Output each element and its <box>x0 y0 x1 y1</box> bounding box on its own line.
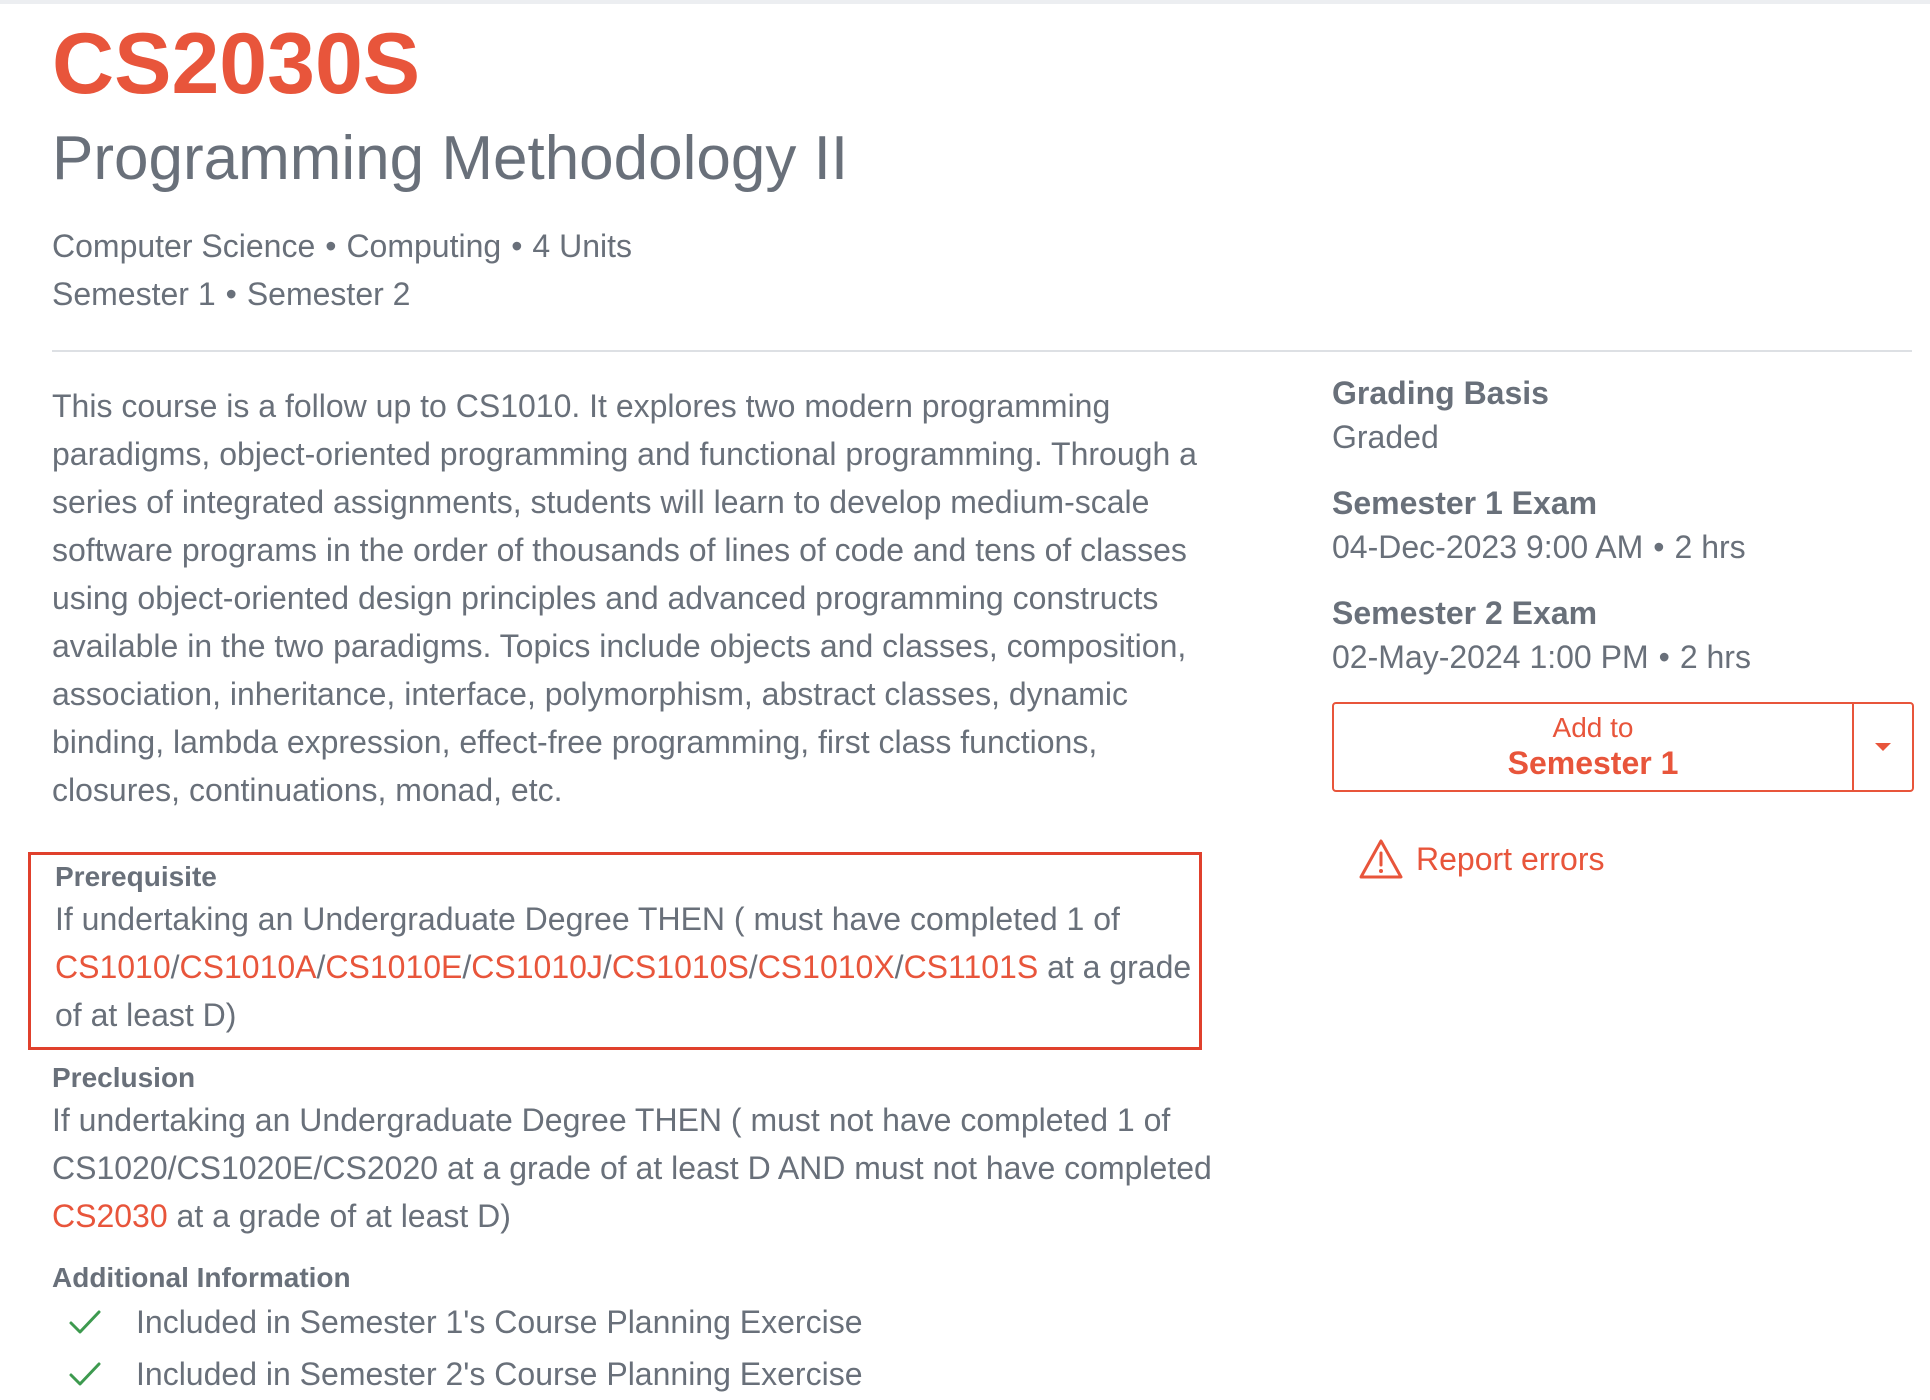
grading-basis-value: Graded <box>1332 419 1439 455</box>
faculty: Computing <box>346 228 502 264</box>
prereq-link-cs1010[interactable]: CS1010 <box>55 949 171 985</box>
link-separator: / <box>170 949 180 985</box>
module-title: Programming Methodology II <box>52 124 849 193</box>
grading-basis: Grading Basis Graded <box>1332 372 1912 460</box>
additional-info-label: Additional Information <box>52 1262 351 1293</box>
caret-down-icon <box>1875 743 1891 751</box>
check-icon <box>69 1310 101 1334</box>
link-separator: / <box>602 949 612 985</box>
dot-separator: • <box>1653 529 1665 565</box>
preclusion-text-before: If undertaking an Undergraduate Degree T… <box>52 1102 1212 1186</box>
prereq-link-cs1010a[interactable]: CS1010A <box>180 949 317 985</box>
prerequisite-label: Prerequisite <box>55 861 217 892</box>
add-to-label: Add to <box>1552 712 1634 743</box>
preclusion-link-cs2030[interactable]: CS2030 <box>52 1198 168 1234</box>
exam-duration: 2 hrs <box>1679 639 1751 675</box>
report-errors-label: Report errors <box>1416 840 1605 877</box>
grading-basis-label: Grading Basis <box>1332 375 1549 411</box>
prerequisite-section: Prerequisite If undertaking an Undergrad… <box>28 852 1202 1050</box>
module-page: CS2030S Programming Methodology II Compu… <box>28 14 1914 1400</box>
preclusion-text-after: at a grade of at least D) <box>167 1198 511 1234</box>
divider <box>52 350 1912 352</box>
semester-2-exam: Semester 2 Exam 02-May-2024 1:00 PM • 2 hr… <box>1332 592 1912 680</box>
preclusion-label: Preclusion <box>52 1062 196 1093</box>
dot-separator: • <box>325 228 337 264</box>
module-meta-line-1: Computer Science • Computing • 4 Units <box>52 222 1912 270</box>
additional-info-text: Included in Semester 2's Course Planning… <box>136 1356 863 1392</box>
units: 4 Units <box>532 228 632 264</box>
module-description: This course is a follow up to CS1010. It… <box>52 388 1197 808</box>
additional-info-section: Additional Information Included in Semes… <box>52 1260 1220 1400</box>
dot-separator: • <box>511 228 523 264</box>
link-separator: / <box>748 949 758 985</box>
report-errors-link[interactable]: Report errors <box>1358 838 1912 880</box>
additional-info-item: Included in Semester 1's Course Planning… <box>52 1296 1220 1348</box>
add-to-semester-button[interactable]: Add to Semester 1 <box>1334 704 1852 790</box>
prereq-link-cs1010e[interactable]: CS1010E <box>325 949 462 985</box>
prereq-link-cs1010x[interactable]: CS1010X <box>758 949 895 985</box>
module-meta-line-2: Semester 1 • Semester 2 <box>52 270 1912 318</box>
add-semester-label: Semester 1 <box>1507 745 1679 781</box>
prerequisite-text-before: If undertaking an Undergraduate Degree T… <box>55 901 1120 937</box>
semester-1-exam-value: 04-Dec-2023 9:00 AM • 2 hrs <box>1332 524 1912 570</box>
link-separator: / <box>462 949 472 985</box>
exam-datetime: 04-Dec-2023 9:00 AM <box>1332 529 1644 565</box>
semester-offered-2: Semester 2 <box>246 276 411 312</box>
main-column: This course is a follow up to CS1010. It… <box>28 372 1220 1400</box>
warning-icon <box>1359 839 1403 879</box>
top-border <box>0 0 1930 4</box>
semester-2-exam-label: Semester 2 Exam <box>1332 595 1598 631</box>
link-separator: / <box>894 949 904 985</box>
prerequisite-text: If undertaking an Undergraduate Degree T… <box>55 895 1199 1039</box>
additional-info-text: Included in Semester 1's Course Planning… <box>136 1304 863 1340</box>
module-meta: Computer Science • Computing • 4 Units Semes… <box>52 222 1912 318</box>
semester-1-exam: Semester 1 Exam 04-Dec-2023 9:00 AM • 2 hr… <box>1332 482 1912 570</box>
add-to-semester-group: Add to Semester 1 <box>1332 702 1914 792</box>
prereq-link-cs1101s[interactable]: CS1101S <box>904 949 1039 985</box>
semester-1-exam-label: Semester 1 Exam <box>1332 485 1598 521</box>
content-columns: This course is a follow up to CS1010. It… <box>28 372 1914 1400</box>
department: Computer Science <box>52 228 316 264</box>
dot-separator: • <box>225 276 237 312</box>
sidebar: Grading Basis Graded Semester 1 Exam 04-… <box>1332 372 1914 1400</box>
module-code: CS2030S <box>52 16 421 112</box>
dot-separator: • <box>1658 639 1670 675</box>
prereq-link-cs1010j[interactable]: CS1010J <box>471 949 603 985</box>
semester-2-exam-value: 02-May-2024 1:00 PM • 2 hrs <box>1332 634 1912 680</box>
exam-duration: 2 hrs <box>1674 529 1746 565</box>
preclusion-text: If undertaking an Undergraduate Degree T… <box>52 1096 1220 1240</box>
semester-offered-1: Semester 1 <box>52 276 216 312</box>
semester-dropdown-toggle[interactable] <box>1852 704 1912 790</box>
prereq-link-cs1010s[interactable]: CS1010S <box>612 949 749 985</box>
preclusion-section: Preclusion If undertaking an Undergradua… <box>52 1060 1220 1240</box>
exam-datetime: 02-May-2024 1:00 PM <box>1332 639 1649 675</box>
additional-info-item: Included in Semester 2's Course Planning… <box>52 1348 1220 1400</box>
